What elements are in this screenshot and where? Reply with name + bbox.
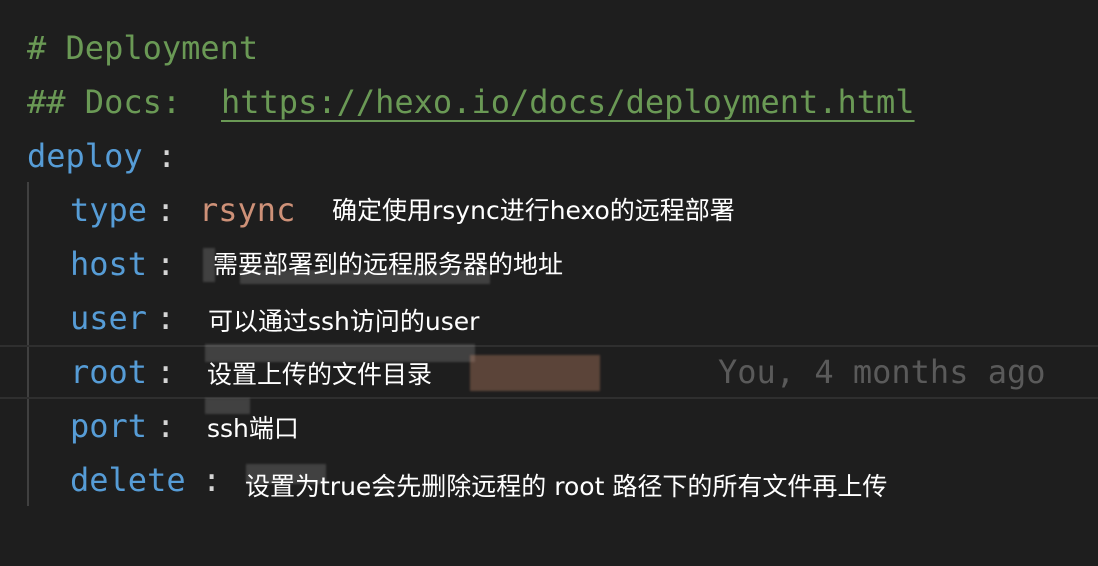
redaction-blur — [205, 398, 250, 414]
annotation-port: ssh端口 — [207, 414, 299, 443]
code-line-comment-deployment[interactable]: # Deployment — [0, 21, 1098, 75]
host-key: host — [70, 245, 148, 283]
host-colon: : — [156, 245, 176, 283]
port-key: port — [70, 407, 148, 445]
code-editor[interactable]: # Deployment ## Docs: https://hexo.io/do… — [0, 0, 1098, 566]
user-colon: : — [156, 299, 176, 337]
code-line-comment-docs[interactable]: ## Docs: https://hexo.io/docs/deployment… — [0, 75, 1098, 129]
deploy-key: deploy — [27, 137, 143, 175]
delete-colon: : — [202, 461, 222, 499]
deploy-colon: : — [157, 137, 177, 175]
type-colon: : — [156, 191, 176, 229]
port-colon: : — [156, 407, 176, 445]
redaction-blur — [470, 355, 600, 391]
docs-link[interactable]: https://hexo.io/docs/deployment.html — [221, 75, 915, 129]
annotation-root: 设置上传的文件目录 — [207, 360, 433, 389]
type-key: type — [70, 191, 148, 229]
code-line-user[interactable]: user : — [0, 291, 1098, 345]
type-value: rsync — [199, 191, 296, 229]
git-blame-annotation: You, 4 months ago — [718, 353, 1046, 391]
annotation-user: 可以通过ssh访问的user — [208, 307, 480, 336]
code-line-deploy[interactable]: deploy : — [0, 129, 1098, 183]
delete-key: delete — [70, 461, 186, 499]
code-line-port[interactable]: port : — [0, 399, 1098, 453]
annotation-host: 需要部署到的远程服务器的地址 — [213, 250, 564, 279]
root-key: root — [70, 353, 148, 391]
annotation-type: 确定使用rsync进行hexo的远程部署 — [332, 196, 735, 225]
comment-text: # Deployment — [27, 29, 259, 67]
comment-prefix: ## Docs: — [27, 83, 201, 121]
annotation-delete: 设置为true会先删除远程的 root 路径下的所有文件再上传 — [245, 472, 888, 501]
root-colon: : — [156, 353, 176, 391]
user-key: user — [70, 299, 148, 337]
